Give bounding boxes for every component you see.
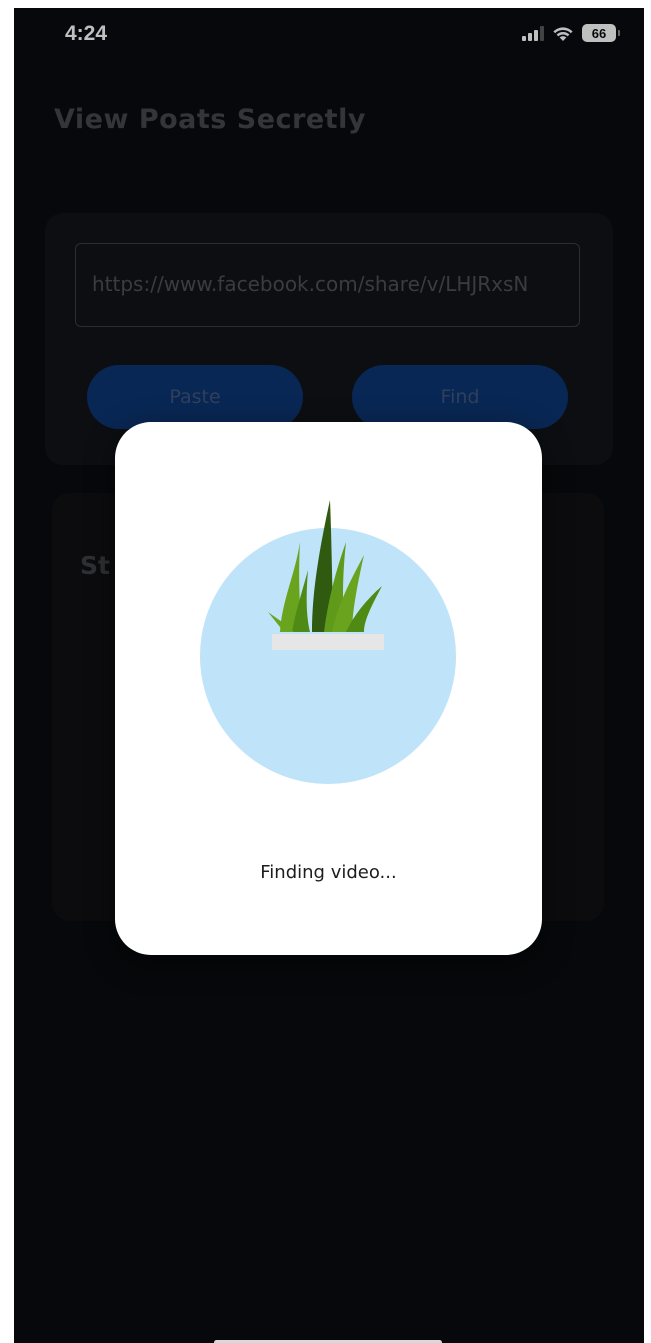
loading-dialog: Finding video... — [115, 422, 542, 955]
plant-loading-icon — [200, 500, 456, 784]
phone-screen: 4:24 66 View Poats Secretly https://www.… — [14, 8, 644, 1343]
loading-message: Finding video... — [260, 862, 397, 883]
